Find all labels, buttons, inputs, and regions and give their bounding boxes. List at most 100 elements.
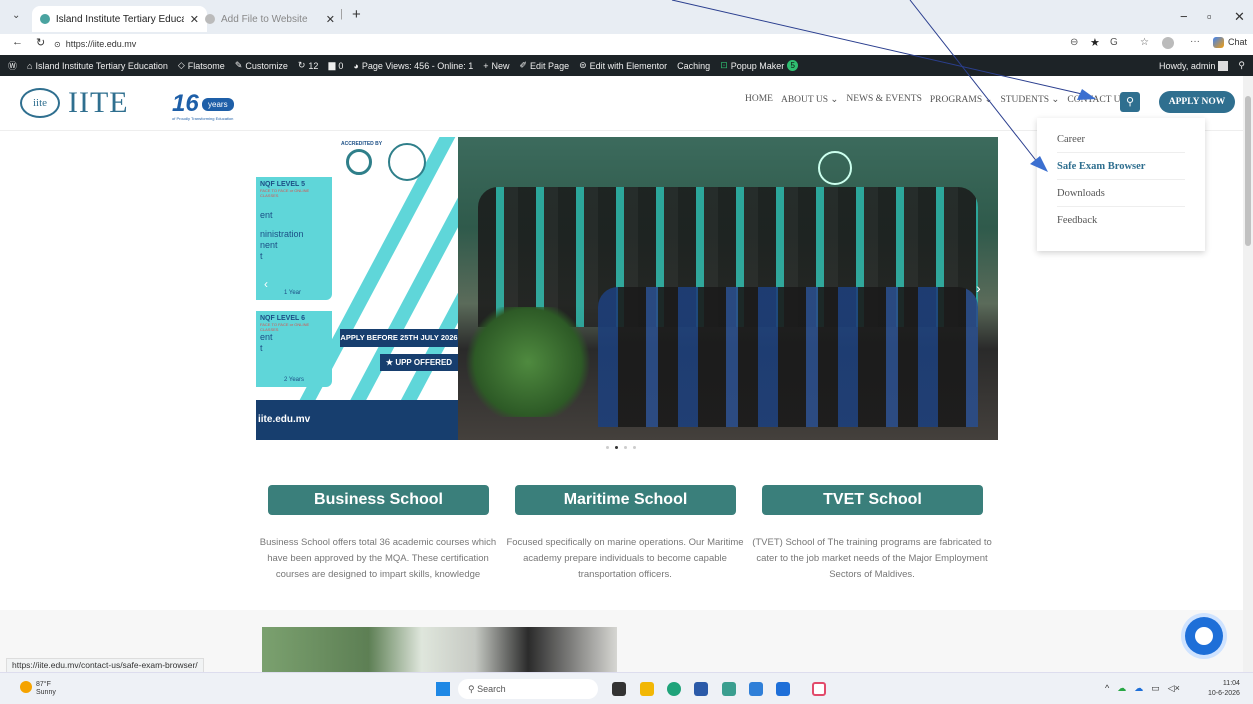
admin-popup-maker[interactable]: ⊡ Popup Maker 5 xyxy=(720,60,799,71)
new-tab-button[interactable]: + xyxy=(352,6,361,23)
prev-slide-icon[interactable]: ‹ xyxy=(264,277,268,291)
admin-theme[interactable]: ◇ Flatsome xyxy=(178,60,225,71)
more-icon[interactable]: ··· xyxy=(1190,36,1200,47)
nav-students[interactable]: STUDENTS ⌄ xyxy=(1000,94,1059,105)
business-school-button[interactable]: Business School xyxy=(268,485,489,515)
cloud-icon[interactable]: ☁ xyxy=(1134,683,1143,694)
iite-emblem-icon[interactable]: iite xyxy=(20,88,60,118)
tab-add-file[interactable]: Add File to Website ✕ xyxy=(195,6,343,32)
popup-maker-text: Popup Maker xyxy=(730,60,785,71)
admin-avatar xyxy=(1218,60,1229,71)
close-tab-icon[interactable]: ✕ xyxy=(326,13,335,26)
favorites-icon[interactable]: ☆ xyxy=(1140,37,1149,48)
scrollbar-thumb[interactable] xyxy=(1245,96,1251,246)
dropdown-item-downloads[interactable]: Downloads xyxy=(1057,180,1185,207)
maritime-school-button[interactable]: Maritime School xyxy=(515,485,736,515)
chatbot-button[interactable] xyxy=(1185,617,1223,655)
dropdown-item-feedback[interactable]: Feedback xyxy=(1057,207,1185,234)
sun-icon xyxy=(20,681,32,693)
admin-search-icon[interactable]: ⚲ xyxy=(1238,60,1245,71)
site-name-text: Island Institute Tertiary Education xyxy=(35,60,168,71)
slider-dot[interactable] xyxy=(624,446,627,449)
zoom-icon[interactable]: ⊖ xyxy=(1070,37,1078,48)
program-card-level6[interactable]: NQF LEVEL 6 FACE TO FACE or ONLINE CLASS… xyxy=(256,311,332,387)
card-tag: FACE TO FACE or ONLINE CLASSES xyxy=(260,322,310,332)
minimize-icon[interactable]: − xyxy=(1180,9,1188,24)
taskbar-search[interactable]: ⚲ Search xyxy=(458,679,598,699)
refresh-icon[interactable]: ↻ xyxy=(36,36,45,49)
graduation-photo[interactable] xyxy=(458,137,998,440)
admin-customize[interactable]: ✎ Customize xyxy=(235,60,288,71)
hero-banner-left[interactable]: ACCREDITED BY NQF LEVEL 5 FACE TO FACE o… xyxy=(256,137,458,440)
admin-edit-elementor[interactable]: ⊜ Edit with Elementor xyxy=(579,60,667,71)
copilot-icon[interactable] xyxy=(1213,37,1224,48)
close-window-icon[interactable]: ✕ xyxy=(1234,9,1245,25)
search-button[interactable]: ⚲ xyxy=(1120,92,1140,112)
store-icon[interactable] xyxy=(694,682,708,696)
slider-dot[interactable] xyxy=(633,446,636,449)
apply-now-button[interactable]: APPLY NOW xyxy=(1159,91,1235,113)
admin-edit-page[interactable]: ✐ Edit Page xyxy=(520,60,570,71)
comments-count: 0 xyxy=(338,60,344,71)
system-clock[interactable]: 11:04 10-6-2026 xyxy=(1208,679,1240,699)
site-url-banner: iite.edu.mv xyxy=(256,400,458,440)
howdy-text: Howdy, admin xyxy=(1159,60,1216,71)
card-line: t xyxy=(260,251,263,261)
app-icon[interactable] xyxy=(722,682,736,696)
admin-updates[interactable]: ↻ 12 xyxy=(298,60,319,71)
extension-icon[interactable]: G xyxy=(1110,37,1118,48)
weather-widget[interactable]: 87°F Sunny xyxy=(20,681,56,697)
wordpress-icon[interactable]: Ⓦ xyxy=(8,59,17,72)
tab-iite[interactable]: Island Institute Tertiary Education ✕ xyxy=(32,6,207,32)
robot-icon xyxy=(1195,627,1213,645)
admin-new[interactable]: + New xyxy=(483,61,509,71)
pinned-app-icon[interactable] xyxy=(812,682,826,696)
popup-maker-icon: ⊡ xyxy=(720,60,728,70)
page-scrollbar[interactable] xyxy=(1243,76,1253,672)
volume-icon[interactable]: ◁× xyxy=(1168,683,1180,694)
site-logo-text[interactable]: IITE xyxy=(68,86,129,120)
task-view-icon[interactable] xyxy=(612,682,626,696)
file-explorer-icon[interactable] xyxy=(640,682,654,696)
chat-label[interactable]: Chat xyxy=(1228,37,1247,47)
windows-start-icon[interactable] xyxy=(436,682,450,696)
tvet-school-button[interactable]: TVET School xyxy=(762,485,983,515)
iite-emblem-icon xyxy=(818,151,852,185)
browser-tabstrip: ⌄ Island Institute Tertiary Education ✕ … xyxy=(0,0,1253,34)
nav-home[interactable]: HOME xyxy=(745,94,773,105)
url-field[interactable]: ⊙ https://iite.edu.mv xyxy=(54,36,1054,52)
teams-icon[interactable] xyxy=(776,682,790,696)
comment-icon: ▆ xyxy=(328,60,336,70)
chevron-up-icon[interactable]: ^ xyxy=(1105,683,1109,694)
slider-dot[interactable] xyxy=(606,446,609,449)
back-icon[interactable]: ← xyxy=(12,36,23,48)
card-duration: 1 Year xyxy=(284,290,302,296)
profile-avatar[interactable] xyxy=(1162,37,1174,49)
plants xyxy=(458,307,598,417)
tab-list-chevron-icon[interactable]: ⌄ xyxy=(12,10,20,21)
admin-caching[interactable]: Caching xyxy=(677,61,710,71)
maritime-school-desc: Focused specifically on marine operation… xyxy=(506,537,744,580)
admin-howdy[interactable]: Howdy, admin xyxy=(1159,60,1229,71)
outlook-icon[interactable] xyxy=(749,682,763,696)
star-icon[interactable]: ★ xyxy=(1090,36,1100,49)
admin-page-views[interactable]: ◕ Page Views: 456 - Online: 1 xyxy=(353,61,473,71)
program-card-level5[interactable]: NQF LEVEL 5 FACE TO FACE or ONLINE CLASS… xyxy=(256,177,332,300)
nav-programs[interactable]: PROGRAMS ⌄ xyxy=(930,94,993,105)
display-icon[interactable]: ▭ xyxy=(1151,683,1160,694)
onedrive-icon[interactable]: ☁ xyxy=(1117,683,1126,694)
admin-comments[interactable]: ▆ 0 xyxy=(328,60,343,71)
next-slide-icon[interactable]: › xyxy=(976,280,981,296)
dropdown-item-career[interactable]: Career xyxy=(1057,126,1185,153)
nav-about-us[interactable]: ABOUT US ⌄ xyxy=(781,94,838,105)
restore-icon[interactable]: ▫ xyxy=(1207,9,1212,24)
address-bar-row: ← ↻ ⊙ https://iite.edu.mv ⊖ ★ G ☆ ··· Ch… xyxy=(0,34,1253,54)
slider-dot[interactable] xyxy=(615,446,618,449)
card-level: NQF LEVEL 5 xyxy=(260,181,305,188)
search-icon: ⚲ xyxy=(1125,96,1135,108)
edge-icon[interactable] xyxy=(667,682,681,696)
tvet-school-desc: (TVET) School of The training programs a… xyxy=(752,537,992,580)
admin-site-name[interactable]: ⌂ Island Institute Tertiary Education xyxy=(27,61,168,71)
nav-news-events[interactable]: NEWS & EVENTS xyxy=(846,94,921,105)
dropdown-item-safe-exam-browser[interactable]: Safe Exam Browser xyxy=(1057,153,1185,180)
